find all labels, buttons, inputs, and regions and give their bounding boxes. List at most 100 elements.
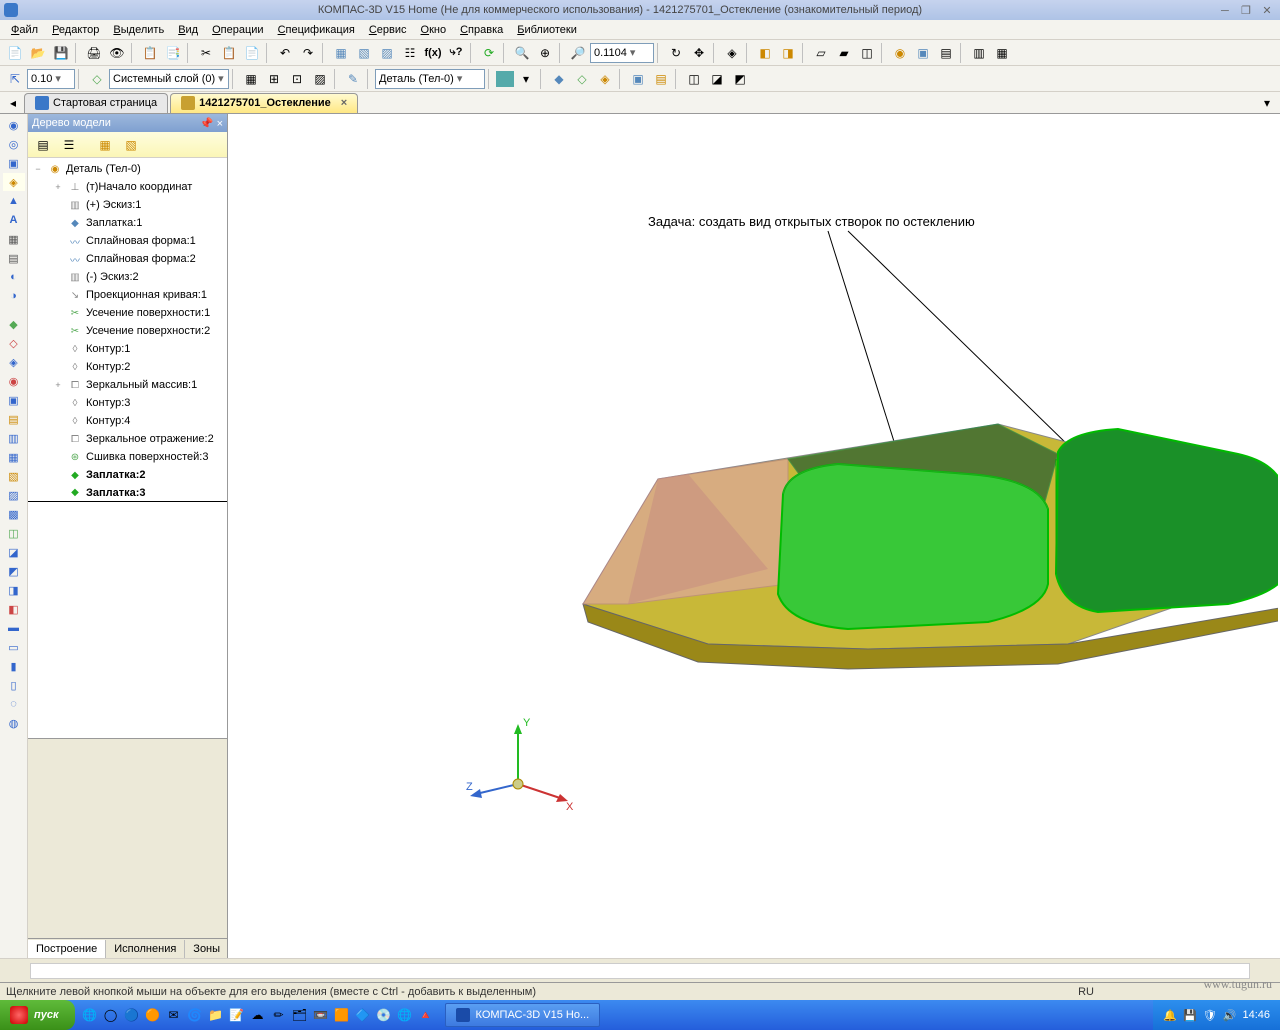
planes-button[interactable]: ▨ bbox=[309, 68, 331, 90]
side-op21[interactable]: ◌ bbox=[3, 695, 25, 713]
mode2-button[interactable]: ▤ bbox=[650, 68, 672, 90]
lib2-button[interactable]: ▣ bbox=[912, 42, 934, 64]
tree-item[interactable]: ▥(-) Эскиз:2 bbox=[28, 268, 227, 286]
zoom-combo[interactable]: 0.1104▾ bbox=[590, 43, 654, 63]
extra1-button[interactable]: ◫ bbox=[856, 42, 878, 64]
ql-icon[interactable]: ✉ bbox=[165, 1006, 183, 1024]
ql-icon[interactable]: 🌐 bbox=[81, 1006, 99, 1024]
start-button[interactable]: пуск bbox=[0, 1000, 75, 1030]
step-combo[interactable]: 0.10▾ bbox=[27, 69, 75, 89]
ql-icon[interactable]: 🌀 bbox=[186, 1006, 204, 1024]
tree-item[interactable]: ◊Контур:4 bbox=[28, 412, 227, 430]
ql-icon[interactable]: 🟠 bbox=[144, 1006, 162, 1024]
tree-item[interactable]: ◆Заплатка:2 bbox=[28, 466, 227, 484]
section-button[interactable]: ▰ bbox=[833, 42, 855, 64]
undo-button[interactable]: ↶ bbox=[274, 42, 296, 64]
maximize-button[interactable]: ❐ bbox=[1237, 4, 1255, 17]
tool3-button[interactable]: ▨ bbox=[376, 42, 398, 64]
redo-button[interactable]: ↷ bbox=[297, 42, 319, 64]
side-op13[interactable]: ◪ bbox=[3, 543, 25, 561]
tool-meas[interactable]: ▤ bbox=[3, 249, 25, 267]
ql-icon[interactable]: ◯ bbox=[102, 1006, 120, 1024]
mgr2-button[interactable]: ▦ bbox=[991, 42, 1013, 64]
ql-icon[interactable]: 💿 bbox=[375, 1006, 393, 1024]
open-button[interactable]: 📂 bbox=[27, 42, 49, 64]
side-op11[interactable]: ▩ bbox=[3, 505, 25, 523]
rotate-button[interactable]: ↻ bbox=[665, 42, 687, 64]
orient-button[interactable]: ◈ bbox=[721, 42, 743, 64]
pan-button[interactable]: ✥ bbox=[688, 42, 710, 64]
zoom-fit-button[interactable]: 🔎 bbox=[567, 42, 589, 64]
save-button[interactable]: 💾 bbox=[50, 42, 72, 64]
extra4-button[interactable]: ◩ bbox=[729, 68, 751, 90]
tree-item[interactable]: ◊Контур:1 bbox=[28, 340, 227, 358]
side-op16[interactable]: ◧ bbox=[3, 600, 25, 618]
viewport-3d[interactable]: Задача: создать вид открытых створок по … bbox=[228, 114, 1280, 958]
tree-tab-exec[interactable]: Исполнения bbox=[106, 940, 185, 958]
ql-icon[interactable]: 🔷 bbox=[354, 1006, 372, 1024]
tree-item[interactable]: ◆Заплатка:3 bbox=[28, 484, 227, 502]
copy-button[interactable]: 📋 bbox=[218, 42, 240, 64]
tree-item[interactable]: 〰Сплайновая форма:1 bbox=[28, 232, 227, 250]
side-op17[interactable]: ▬ bbox=[3, 619, 25, 637]
ql-icon[interactable]: 📝 bbox=[228, 1006, 246, 1024]
tool1-button[interactable]: ▦ bbox=[330, 42, 352, 64]
tree-item[interactable]: +⧠Зеркальный массив:1 bbox=[28, 376, 227, 394]
side-op6[interactable]: ▤ bbox=[3, 410, 25, 428]
op1-button[interactable]: ◆ bbox=[548, 68, 570, 90]
tree-btn3[interactable]: ▦ bbox=[94, 134, 116, 156]
tool-param[interactable]: ▦ bbox=[3, 230, 25, 248]
new-button[interactable]: 📄 bbox=[4, 42, 26, 64]
side-op8[interactable]: ▦ bbox=[3, 448, 25, 466]
ql-icon[interactable]: 🌐 bbox=[396, 1006, 414, 1024]
taskbar-item-kompas[interactable]: КОМПАС-3D V15 Ho... bbox=[445, 1003, 601, 1027]
ql-icon[interactable]: ✏ bbox=[270, 1006, 288, 1024]
ql-icon[interactable]: 📁 bbox=[207, 1006, 225, 1024]
snap-button[interactable]: ⇱ bbox=[4, 68, 26, 90]
tool-aux[interactable]: ▲ bbox=[3, 192, 25, 210]
menu-libraries[interactable]: Библиотеки bbox=[510, 22, 584, 38]
tree-item[interactable]: ◊Контур:3 bbox=[28, 394, 227, 412]
spec2-button[interactable]: 📑 bbox=[162, 42, 184, 64]
layer-combo[interactable]: Системный слой (0)▾ bbox=[109, 69, 229, 89]
ql-icon[interactable]: 🗂 bbox=[291, 1006, 309, 1024]
tree-item[interactable]: ⊛Сшивка поверхностей:3 bbox=[28, 448, 227, 466]
tree-item[interactable]: ⧠Зеркальное отражение:2 bbox=[28, 430, 227, 448]
side-op1[interactable]: ◆ bbox=[3, 315, 25, 333]
perspective-button[interactable]: ▱ bbox=[810, 42, 832, 64]
ql-icon[interactable]: 🔺 bbox=[417, 1006, 435, 1024]
sketch-button[interactable]: ✎ bbox=[342, 68, 364, 90]
side-op2[interactable]: ◇ bbox=[3, 334, 25, 352]
mode1-button[interactable]: ▣ bbox=[627, 68, 649, 90]
tree-item[interactable]: ↘Проекционная кривая:1 bbox=[28, 286, 227, 304]
color1-button[interactable] bbox=[496, 71, 514, 87]
tab-start-page[interactable]: Стартовая страница bbox=[24, 93, 168, 113]
tree-item[interactable]: ◆Заплатка:1 bbox=[28, 214, 227, 232]
menu-service[interactable]: Сервис bbox=[362, 22, 414, 38]
tool-dim[interactable]: A bbox=[3, 211, 25, 229]
osnap-button[interactable]: ⊡ bbox=[286, 68, 308, 90]
tree-item[interactable]: ▥(+) Эскиз:1 bbox=[28, 196, 227, 214]
ortho-button[interactable]: ⊞ bbox=[263, 68, 285, 90]
side-op12[interactable]: ◫ bbox=[3, 524, 25, 542]
side-op19[interactable]: ▮ bbox=[3, 657, 25, 675]
spec-button[interactable]: 📋 bbox=[139, 42, 161, 64]
part-combo[interactable]: Деталь (Тел-0)▾ bbox=[375, 69, 485, 89]
mgr1-button[interactable]: ▥ bbox=[968, 42, 990, 64]
tool-spec[interactable]: ◐ bbox=[3, 268, 25, 286]
side-op18[interactable]: ▭ bbox=[3, 638, 25, 656]
tree-tab-zones[interactable]: Зоны bbox=[185, 940, 229, 958]
zoom-window-button[interactable]: 🔍 bbox=[511, 42, 533, 64]
tab-document[interactable]: 1421275701_Остекление × bbox=[170, 93, 358, 113]
refresh-button[interactable]: ⟳ bbox=[478, 42, 500, 64]
menu-spec[interactable]: Спецификация bbox=[271, 22, 362, 38]
paste-button[interactable]: 📄 bbox=[241, 42, 263, 64]
tray-icon[interactable]: 💾 bbox=[1183, 1009, 1197, 1022]
tray-icon[interactable]: 🔊 bbox=[1223, 1009, 1237, 1022]
side-op15[interactable]: ◨ bbox=[3, 581, 25, 599]
tab-menu[interactable]: ▾ bbox=[1256, 92, 1278, 114]
minimize-button[interactable]: ─ bbox=[1216, 5, 1234, 17]
tray-time[interactable]: 14:46 bbox=[1242, 1009, 1270, 1021]
side-op4[interactable]: ◉ bbox=[3, 372, 25, 390]
menu-view[interactable]: Вид bbox=[171, 22, 205, 38]
